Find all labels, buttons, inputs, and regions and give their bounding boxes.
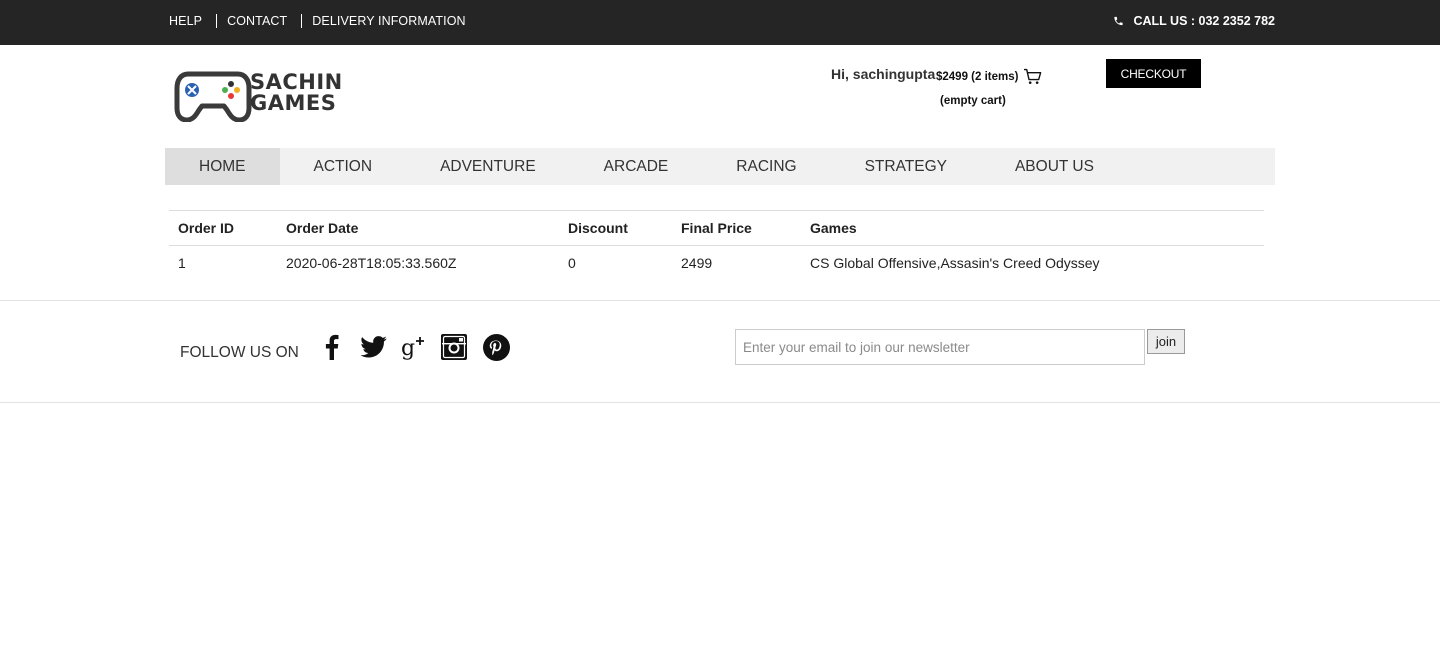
nav-item-home[interactable]: HOME [165, 148, 280, 185]
orders-table: Order ID Order Date Discount Final Price… [169, 210, 1264, 281]
column-header-games: Games [801, 210, 1264, 246]
facebook-link[interactable] [320, 333, 344, 361]
table-row: 1 2020-06-28T18:05:33.560Z 0 2499 CS Glo… [169, 246, 1264, 281]
top-bar: HELP CONTACT DELIVERY INFORMATION CALL U… [0, 0, 1440, 45]
delivery-information-link[interactable]: DELIVERY INFORMATION [312, 14, 465, 28]
logo[interactable]: SACHIN GAMES [174, 70, 358, 122]
column-header-order-id: Order ID [169, 210, 277, 246]
column-header-order-date: Order Date [277, 210, 559, 246]
column-header-final-price: Final Price [672, 210, 801, 246]
table-header-row: Order ID Order Date Discount Final Price… [169, 210, 1264, 246]
cart-icon [1024, 68, 1042, 84]
call-us-text: CALL US : 032 2352 782 [1133, 14, 1275, 28]
nav-item-arcade[interactable]: ARCADE [570, 148, 703, 185]
google-plus-link[interactable]: g [400, 333, 428, 361]
cart-summary[interactable]: $2499 (2 items) [936, 68, 1042, 85]
nav-item-racing[interactable]: RACING [702, 148, 830, 185]
nav-item-action[interactable]: ACTION [280, 148, 407, 185]
newsletter-email-input[interactable] [735, 329, 1145, 365]
gamepad-icon [174, 71, 252, 122]
nav-item-about-us[interactable]: ABOUT US [981, 148, 1128, 185]
twitter-icon [359, 336, 387, 358]
logo-line-2: GAMES [250, 91, 337, 115]
divider [0, 300, 1440, 301]
pinterest-icon [482, 333, 510, 361]
logo-line-1: SACHIN [250, 70, 343, 94]
nav-item-strategy[interactable]: STRATEGY [831, 148, 981, 185]
empty-cart-link[interactable]: (empty cart) [940, 95, 1006, 107]
follow-us-label: FOLLOW US ON [180, 344, 299, 361]
phone-icon [1114, 16, 1124, 26]
nav-item-adventure[interactable]: ADVENTURE [406, 148, 570, 185]
facebook-icon [325, 334, 339, 360]
checkout-button[interactable]: CHECKOUT [1106, 59, 1201, 88]
instagram-link[interactable] [440, 333, 467, 361]
order-date-cell: 2020-06-28T18:05:33.560Z [286, 255, 457, 272]
join-button[interactable]: join [1147, 329, 1185, 354]
order-id-cell: 1 [178, 255, 186, 272]
divider [0, 402, 1440, 403]
divider [216, 14, 218, 28]
final-price-cell: 2499 [681, 255, 713, 272]
divider [301, 14, 303, 28]
greeting[interactable]: Hi, sachingupta [831, 66, 935, 82]
google-plus-icon: g [401, 336, 424, 360]
logo-text: SACHIN GAMES [250, 72, 343, 114]
help-link[interactable]: HELP [169, 14, 202, 28]
contact-link[interactable]: CONTACT [227, 14, 287, 28]
games-cell: CS Global Offensive,Assasin's Creed Odys… [810, 255, 1100, 272]
twitter-link[interactable] [359, 333, 387, 361]
call-us: CALL US : 032 2352 782 [1113, 14, 1275, 28]
cart-total: $2499 (2 items) [936, 70, 1019, 83]
top-links: HELP CONTACT DELIVERY INFORMATION [169, 14, 466, 28]
instagram-icon [440, 334, 467, 360]
pinterest-link[interactable] [482, 333, 510, 361]
discount-cell: 0 [568, 255, 576, 272]
column-header-discount: Discount [559, 210, 672, 246]
main-nav: HOME ACTION ADVENTURE ARCADE RACING STRA… [165, 148, 1275, 185]
svg-text:g: g [401, 336, 415, 360]
